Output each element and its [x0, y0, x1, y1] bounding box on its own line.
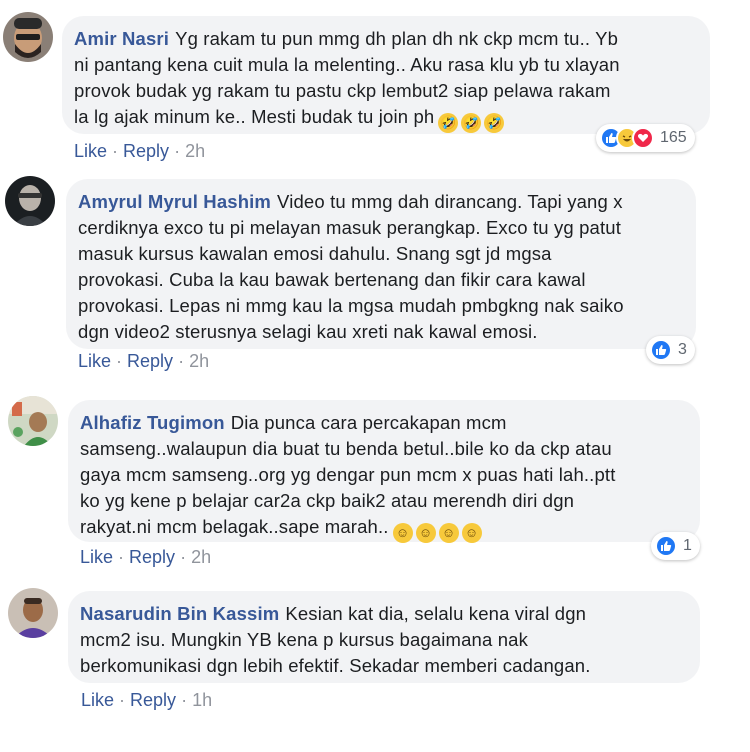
reply-link[interactable]: Reply	[127, 351, 173, 371]
like-reaction-icon	[650, 339, 672, 361]
timestamp[interactable]: 2h	[189, 351, 209, 371]
comment-text-line: ko yg kene p belajar car2a ckp baik2 ata…	[80, 490, 575, 511]
comment-text-line: mcm2 isu. Mungkin YB kena p kursus bagai…	[80, 629, 529, 650]
comment-text-line: gaya mcm samseng..org yg dengar pun mcm …	[80, 464, 616, 485]
smile-emoji-icon: ☺	[438, 523, 459, 543]
reply-link[interactable]: Reply	[123, 141, 169, 161]
comment-bubble: Amir Nasri Yg rakam tu pun mmg dh plan dh…	[62, 16, 710, 134]
like-link[interactable]: Like	[78, 351, 111, 371]
love-reaction-icon	[632, 127, 654, 149]
reaction-count: 1	[683, 537, 692, 554]
like-link[interactable]: Like	[74, 141, 107, 161]
emoji-group: 🤣 🤣 🤣	[438, 108, 507, 134]
reaction-summary[interactable]: 165	[596, 124, 695, 152]
comment-bubble: Alhafiz Tugimon Dia punca cara percakapan…	[68, 400, 700, 544]
comment-text-line: samseng..walaupun dia buat tu benda betu…	[80, 438, 612, 459]
reply-link[interactable]: Reply	[129, 547, 175, 567]
avatar[interactable]	[8, 396, 58, 446]
timestamp[interactable]: 2h	[191, 547, 211, 567]
comment-actions: Like · Reply · 2h	[74, 141, 206, 161]
comment-actions: Like · Reply · 1h	[81, 690, 213, 710]
comment-text-line: provok budak yg rakam tu pastu ckp lembu…	[74, 80, 611, 101]
reaction-count: 165	[660, 129, 687, 146]
comment-text-line: Video tu mmg dah dirancang. Tapi yang x	[277, 191, 623, 212]
smile-emoji-icon: ☺	[461, 523, 482, 543]
comment-text-line: Yg rakam tu pun mmg dh plan dh nk ckp mc…	[175, 28, 619, 49]
comment-text-line: dgn video2 sterusnya selagi kau xreti na…	[78, 321, 538, 342]
comment-text-line: berkomunikasi dgn lebih efektif. Sekadar…	[80, 655, 591, 676]
author-name[interactable]: Amyrul Myrul Hashim	[78, 191, 271, 212]
avatar[interactable]	[3, 12, 53, 62]
smile-emoji-icon: ☺	[392, 523, 413, 543]
comment-text-line: rakyat.ni mcm belagak..sape marah..	[80, 516, 389, 537]
smile-emoji-icon: ☺	[415, 523, 436, 543]
reaction-count: 3	[678, 341, 687, 358]
like-link[interactable]: Like	[81, 690, 114, 710]
author-name[interactable]: Alhafiz Tugimon	[80, 412, 225, 433]
comment-text-line: ni pantang kena cuit mula la melenting..…	[74, 54, 620, 75]
reaction-summary[interactable]: 1	[651, 532, 700, 560]
comment-bubble: Amyrul Myrul Hashim Video tu mmg dah dira…	[66, 179, 696, 349]
avatar[interactable]	[8, 588, 58, 638]
rofl-emoji-icon: 🤣	[484, 113, 505, 133]
emoji-group: ☺ ☺ ☺ ☺	[392, 518, 485, 544]
like-reaction-icon	[655, 535, 677, 557]
reaction-summary[interactable]: 3	[646, 336, 695, 364]
comment-text-line: masuk kursus kawalan emosi dahulu. Snang…	[78, 243, 552, 264]
comment-actions: Like · Reply · 2h	[78, 351, 210, 371]
author-name[interactable]: Nasarudin Bin Kassim	[80, 603, 279, 624]
comment-bubble: Nasarudin Bin Kassim Kesian kat dia, sela…	[68, 591, 700, 683]
timestamp[interactable]: 2h	[185, 141, 205, 161]
comment-text-line: provokasi. Cuba la kau bawak bertenang d…	[78, 269, 586, 290]
comment-text-line: provokasi. Lepas ni mmg kau la mgsa muda…	[78, 295, 624, 316]
rofl-emoji-icon: 🤣	[461, 113, 482, 133]
comment-text-line: cerdiknya exco tu pi melayan masuk peran…	[78, 217, 622, 238]
comment-actions: Like · Reply · 2h	[80, 547, 212, 567]
comment-text-line: la lg ajak minum ke.. Mesti budak tu joi…	[74, 106, 435, 127]
avatar[interactable]	[5, 176, 55, 226]
reply-link[interactable]: Reply	[130, 690, 176, 710]
timestamp[interactable]: 1h	[192, 690, 212, 710]
like-link[interactable]: Like	[80, 547, 113, 567]
comment-text-line: Dia punca cara percakapan mcm	[230, 412, 507, 433]
comment-text-line: Kesian kat dia, selalu kena viral dgn	[285, 603, 587, 624]
author-name[interactable]: Amir Nasri	[74, 28, 169, 49]
rofl-emoji-icon: 🤣	[438, 113, 459, 133]
